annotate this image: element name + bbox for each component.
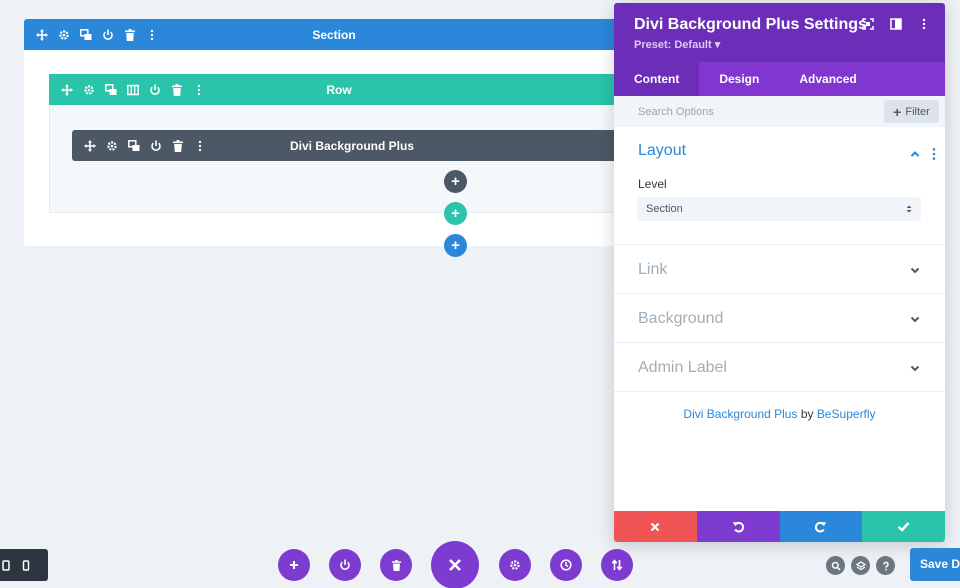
toggle-link-title: Link: [638, 261, 668, 278]
search-options-input[interactable]: [614, 96, 874, 127]
split-view-icon[interactable]: [889, 17, 903, 31]
section-bar[interactable]: Section: [24, 19, 644, 50]
trash-icon[interactable]: [171, 139, 184, 152]
trash-icon[interactable]: [170, 83, 183, 96]
level-select-value: Section: [646, 203, 683, 215]
close-settings-bar-button[interactable]: [431, 541, 479, 588]
select-arrows-icon: [906, 205, 912, 213]
discard-button[interactable]: [614, 511, 697, 542]
toggle-background-title: Background: [638, 310, 724, 327]
tablet-icon[interactable]: [2, 559, 10, 571]
history-button[interactable]: [550, 549, 582, 581]
tab-content[interactable]: Content: [614, 62, 700, 96]
confirm-button[interactable]: [862, 511, 945, 542]
redo-icon: [815, 521, 827, 533]
level-label: Level: [638, 177, 667, 191]
tab-design[interactable]: Design: [699, 62, 779, 96]
panel-header: Divi Background Plus Settings Preset: De…: [614, 3, 945, 62]
chevron-up-icon[interactable]: [909, 148, 921, 160]
duplicate-icon[interactable]: [104, 83, 117, 96]
undo-icon: [732, 521, 744, 533]
search-row: + Filter: [614, 96, 945, 127]
chevron-down-icon: [910, 316, 920, 323]
gear-icon: [510, 560, 520, 570]
help-button[interactable]: [876, 556, 895, 575]
duplicate-icon[interactable]: [127, 139, 140, 152]
close-icon: [651, 522, 660, 531]
clear-layout-button[interactable]: [380, 549, 412, 581]
filter-label: Filter: [905, 105, 930, 118]
add-module-toolbar-button[interactable]: [278, 549, 310, 581]
page-settings-button[interactable]: [499, 549, 531, 581]
fullscreen-icon[interactable]: [861, 17, 875, 31]
chevron-down-icon: [910, 267, 920, 274]
toggle-layout-title: Layout: [638, 142, 687, 159]
panel-actions: [614, 511, 945, 542]
more-icon[interactable]: [193, 139, 206, 152]
toggle-layout[interactable]: Layout Level Section: [614, 127, 945, 245]
more-icon[interactable]: [145, 28, 158, 41]
power-icon[interactable]: [149, 139, 162, 152]
search-button[interactable]: [826, 556, 845, 575]
portability-button[interactable]: [601, 549, 633, 581]
credit-by: by: [800, 407, 814, 421]
plus-icon: +: [893, 103, 902, 120]
settings-panel: Divi Background Plus Settings Preset: De…: [614, 3, 945, 542]
gear-icon[interactable]: [105, 139, 118, 152]
search-icon: [831, 561, 841, 571]
filter-button[interactable]: + Filter: [884, 100, 939, 123]
view-mode-switcher: [0, 549, 48, 581]
gear-icon[interactable]: [57, 28, 70, 41]
preset-selector[interactable]: Preset: Default ▾: [634, 38, 925, 51]
disable-toolbar-button[interactable]: [329, 549, 361, 581]
toggle-background[interactable]: Background: [614, 294, 945, 343]
level-select[interactable]: Section: [637, 197, 921, 221]
plugin-credit: Divi Background Plus by BeSuperfly: [614, 407, 945, 421]
plus-icon: [290, 561, 298, 569]
move-icon[interactable]: [35, 28, 48, 41]
chevron-down-icon: [910, 365, 920, 372]
check-icon: [897, 522, 910, 532]
toggle-admin-label[interactable]: Admin Label: [614, 343, 945, 392]
panel-tabs: Content Design Advanced: [614, 62, 945, 96]
trash-icon: [391, 559, 401, 571]
tab-advanced[interactable]: Advanced: [779, 62, 876, 96]
redo-button[interactable]: [779, 511, 863, 542]
power-icon[interactable]: [101, 28, 114, 41]
portability-icon: [611, 559, 623, 571]
module-bar[interactable]: Divi Background Plus: [72, 130, 632, 161]
duplicate-icon[interactable]: [79, 28, 92, 41]
more-icon[interactable]: [931, 147, 937, 161]
author-link[interactable]: BeSuperfly: [817, 407, 876, 421]
move-icon[interactable]: [60, 83, 73, 96]
save-draft-button[interactable]: Save Draft: [910, 548, 960, 581]
power-icon: [340, 559, 350, 570]
add-section-button[interactable]: +: [444, 234, 467, 257]
columns-icon[interactable]: [126, 83, 139, 96]
toggle-link[interactable]: Link: [614, 245, 945, 294]
trash-icon[interactable]: [123, 28, 136, 41]
add-module-button[interactable]: +: [444, 170, 467, 193]
help-icon: [882, 561, 889, 570]
row-bar[interactable]: Row: [49, 74, 629, 105]
layers-button[interactable]: [851, 556, 870, 575]
move-icon[interactable]: [83, 139, 96, 152]
close-icon: [449, 559, 461, 571]
add-row-button[interactable]: +: [444, 202, 467, 225]
more-icon[interactable]: [192, 83, 205, 96]
history-icon: [560, 559, 572, 571]
product-link[interactable]: Divi Background Plus: [683, 407, 797, 421]
toggle-admin-label-title: Admin Label: [638, 359, 727, 376]
gear-icon[interactable]: [82, 83, 95, 96]
layers-icon: [855, 560, 866, 570]
phone-icon[interactable]: [22, 559, 30, 571]
more-icon[interactable]: [917, 17, 931, 31]
power-icon[interactable]: [148, 83, 161, 96]
undo-button[interactable]: [696, 511, 780, 542]
